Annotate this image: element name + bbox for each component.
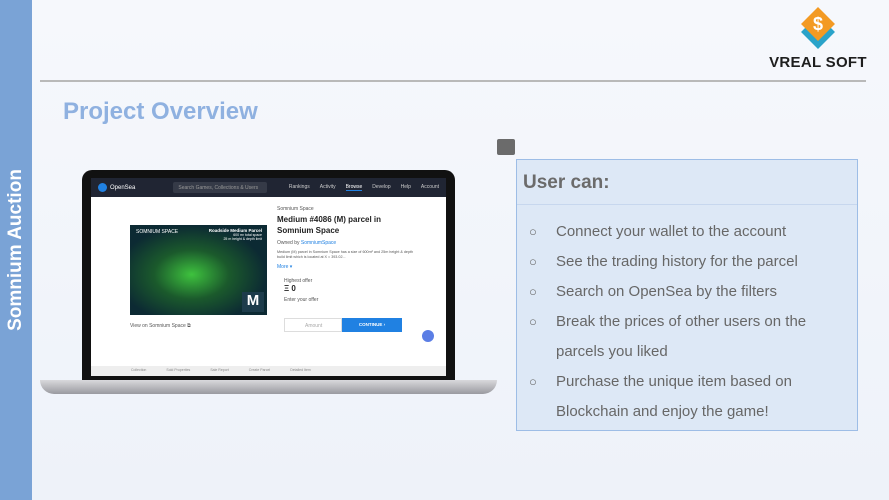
image-brand: SOMNIUM SPACE	[136, 229, 179, 235]
list-item: ○ Search on OpenSea by the filters	[529, 283, 777, 300]
description: Medium (M) parcel in Somnium Space has a…	[277, 250, 414, 259]
package-icon	[497, 139, 515, 155]
item-details: Somnium Space Medium #4086 (M) parcel in…	[277, 206, 417, 303]
sidebar-label: Somnium Auction	[5, 169, 26, 331]
image-heading: Roadside Medium Parcel 600 m² total space…	[208, 228, 262, 241]
more-link[interactable]: More ▾	[277, 264, 417, 270]
footer-item[interactable]: Create Parcel	[249, 368, 270, 374]
nav-develop[interactable]: Develop	[372, 184, 390, 191]
item-title: Medium #4086 (M) parcel in Somnium Space	[277, 215, 382, 235]
owner: Owned by SomniumSpace	[277, 240, 337, 246]
chat-icon[interactable]	[422, 330, 434, 342]
owner-link[interactable]: SomniumSpace	[301, 240, 336, 246]
view-link[interactable]: View on Somnium Space ⧉	[130, 323, 191, 329]
opensea-navbar: OpenSea Search Games, Collections & User…	[91, 178, 446, 197]
parcel-image: SOMNIUM SPACE Roadside Medium Parcel 600 …	[130, 225, 267, 315]
nav-help[interactable]: Help	[401, 184, 411, 191]
list-item: ○ Break the prices of other users on the …	[529, 313, 807, 360]
footer: Collection Sold Properties Sale Report C…	[91, 366, 446, 376]
list-item: ○ Purchase the unique item based on Block…	[529, 373, 792, 420]
footer-item[interactable]: Sale Report	[210, 368, 228, 374]
footer-item[interactable]: Sold Properties	[166, 368, 190, 374]
footer-item[interactable]: Detailed Item	[290, 368, 311, 374]
laptop-mockup: OpenSea Search Games, Collections & User…	[82, 170, 455, 382]
nav-browse[interactable]: Browse	[345, 184, 363, 191]
footer-item[interactable]: Collection	[131, 368, 146, 374]
opensea-logo[interactable]: OpenSea	[98, 183, 135, 192]
enter-offer-label: Enter your offer	[284, 297, 319, 303]
collection-link[interactable]: Somnium Space	[277, 206, 417, 212]
opensea-icon	[98, 183, 107, 192]
nav-rankings[interactable]: Rankings	[289, 184, 310, 191]
features-box: User can: ○ Connect your wallet to the ac…	[516, 159, 858, 431]
sidebar: Somnium Auction	[0, 0, 32, 500]
amount-input[interactable]: Amount	[284, 318, 342, 332]
features-heading: User can:	[523, 172, 610, 193]
laptop-base	[40, 380, 497, 394]
list-item: ○ Connect your wallet to the account	[529, 223, 787, 240]
features-list: ○ Connect your wallet to the account ○ See…	[529, 217, 836, 427]
screenshot: OpenSea Search Games, Collections & User…	[91, 178, 446, 376]
continue-button[interactable]: CONTINUE ›	[342, 318, 402, 332]
search-input[interactable]: Search Games, Collections & Users	[173, 182, 268, 193]
logo-icon: $	[801, 7, 835, 49]
list-item: ○ See the trading history for the parcel	[529, 253, 798, 270]
page-title: Project Overview	[63, 98, 258, 125]
divider	[40, 80, 866, 82]
highest-offer: Highest offer Ξ 0	[284, 278, 313, 293]
logo-name: VREAL SOFT	[769, 54, 867, 71]
nav-activity[interactable]: Activity	[320, 184, 336, 191]
size-badge: M	[242, 292, 264, 312]
logo: $ VREAL SOFT	[768, 7, 868, 71]
nav-account[interactable]: Account	[421, 184, 439, 191]
